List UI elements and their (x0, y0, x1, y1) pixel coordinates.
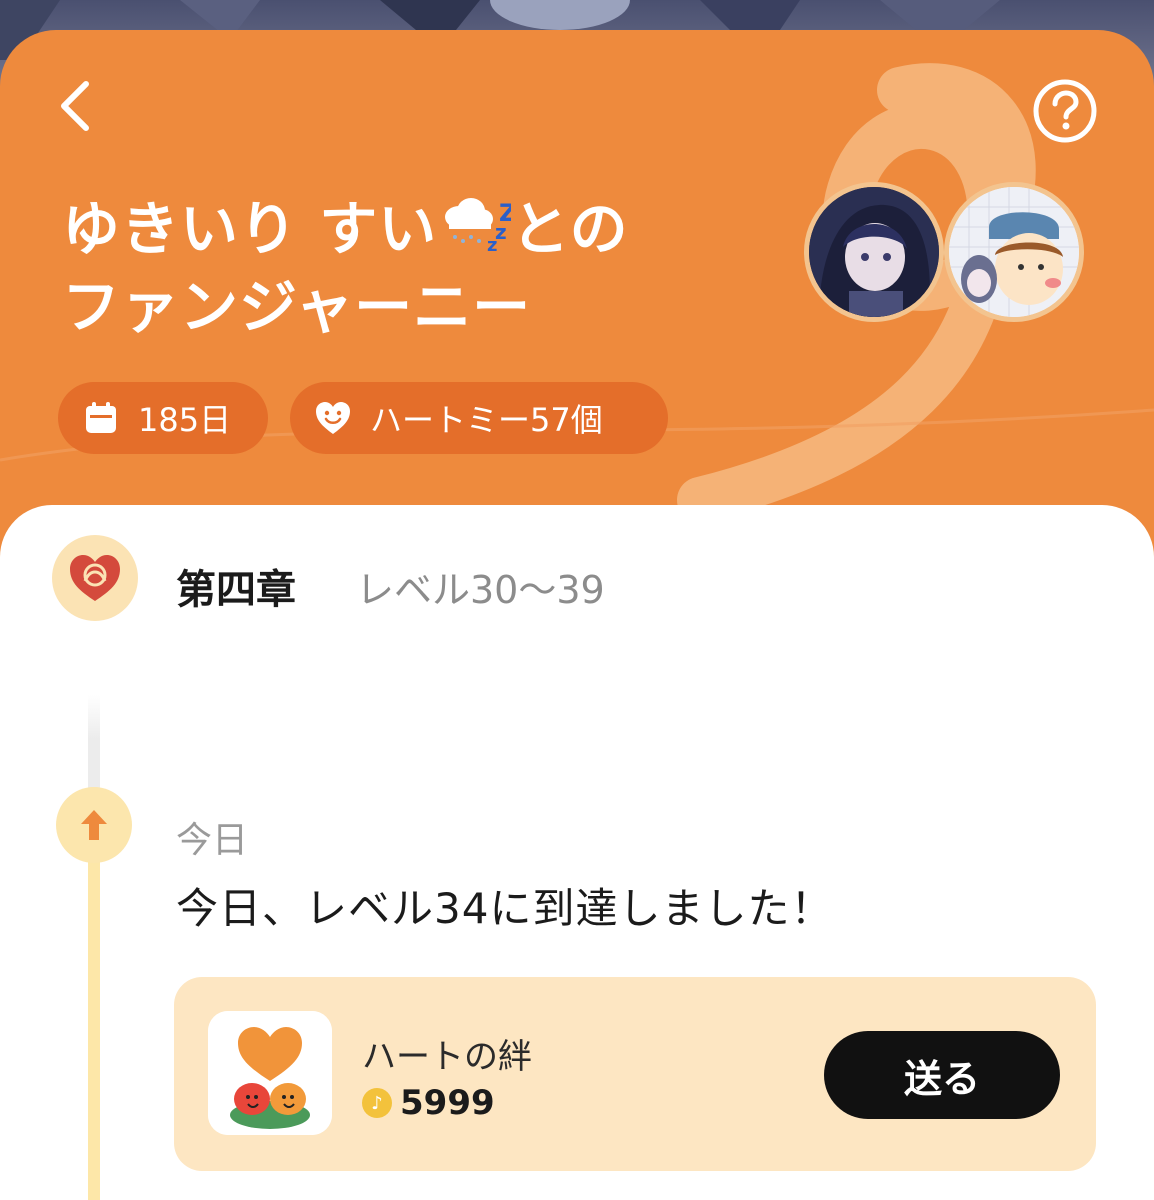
gift-name: ハートの絆 (362, 1037, 532, 1077)
heart-smile-icon (314, 399, 352, 437)
hearts-count: ハートミー57個 (370, 401, 603, 439)
arrow-up-icon (81, 810, 107, 840)
journey-sheet: ゆきいり すい z z Z との ファンジャーニー 185日 ハートミー57個 … (0, 30, 1154, 1200)
avatar-pair (804, 182, 1104, 352)
gift-image (208, 1011, 332, 1135)
entry-message: 今日、レベル34に到達しました！ (176, 884, 834, 933)
svg-text:Z: Z (499, 199, 511, 227)
timeline-line-current (88, 835, 100, 1200)
title-name: ゆきいり すい (62, 195, 438, 263)
calendar-icon (82, 399, 120, 437)
entry-date: 今日 (176, 820, 249, 861)
back-button[interactable] (48, 78, 104, 134)
coin-icon: ♪ (362, 1088, 392, 1118)
user-avatar-art (949, 187, 1079, 317)
title-suffix: との (511, 195, 629, 263)
page-title: ゆきいり すい z z Z との ファンジャーニー (62, 190, 782, 346)
send-gift-button[interactable]: 送る (824, 1031, 1060, 1119)
gift-card: ハートの絆 ♪ 5999 送る (174, 977, 1096, 1171)
chapter-level-range: レベル30〜39 (356, 568, 605, 612)
gift-price: ♪ 5999 (362, 1083, 495, 1123)
gift-price-value: 5999 (400, 1083, 495, 1123)
heart-knot-icon (70, 555, 120, 601)
hearts-chip: ハートミー57個 (290, 382, 668, 454)
title-line-2: ファンジャーニー (62, 273, 532, 341)
chevron-left-icon (61, 81, 89, 131)
chapter-badge (52, 535, 138, 621)
creator-avatar[interactable] (804, 182, 944, 322)
help-button[interactable] (1032, 78, 1098, 144)
user-avatar[interactable] (944, 182, 1084, 322)
chapter-title: 第四章 (176, 567, 296, 613)
level-up-badge (56, 787, 132, 863)
days-count: 185日 (138, 401, 232, 439)
cloud-rain-sleep-icon: z z Z (437, 191, 517, 256)
creator-avatar-art (809, 187, 939, 317)
question-circle-icon (1033, 79, 1097, 143)
heart-bond-gift-art (208, 1011, 332, 1135)
days-chip: 185日 (58, 382, 268, 454)
chapter-panel: 第四章 レベル30〜39 今日 今日、レベル34に到達しました！ ハートの絆 ♪… (0, 505, 1154, 1200)
